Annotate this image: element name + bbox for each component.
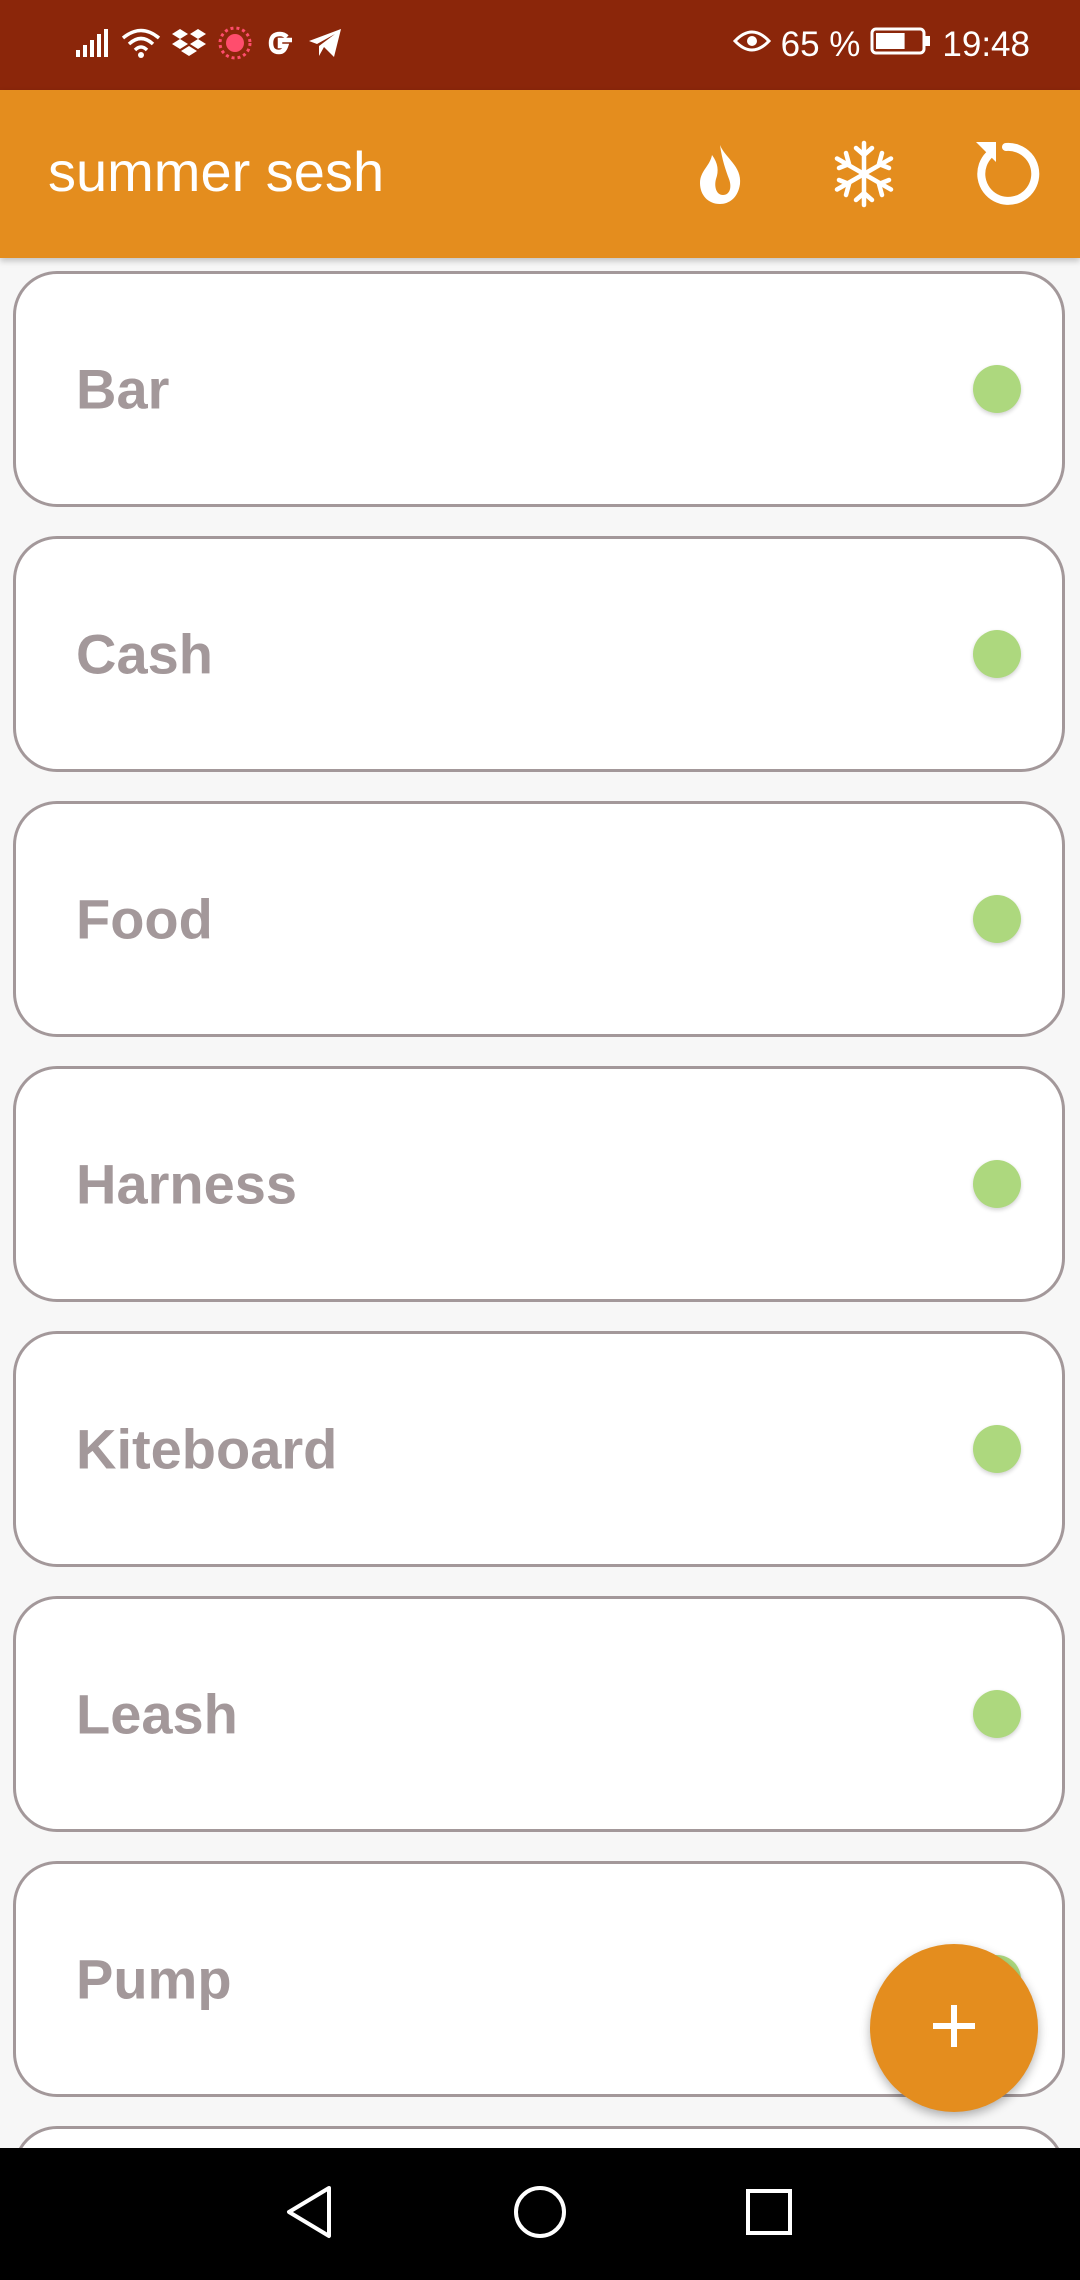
list-item[interactable]: Kiteboard [13,1331,1065,1567]
status-right-area: 65 % 19:48 [732,22,1030,68]
back-icon [283,2184,335,2245]
status-dot [973,1690,1021,1738]
status-dot [973,1425,1021,1473]
item-label: Pump [76,1947,232,2011]
refresh-button[interactable] [964,134,1048,218]
status-dot [973,895,1021,943]
signal-icon [75,28,111,63]
battery-icon [870,25,932,65]
list-item[interactable]: Leash [13,1596,1065,1832]
clock: 19:48 [942,25,1030,64]
item-label: Kiteboard [76,1417,338,1481]
wifi-icon [121,27,161,64]
recents-button[interactable] [733,2178,805,2250]
list-item[interactable] [13,2126,1065,2148]
refresh-icon [968,136,1044,217]
list-item[interactable]: Harness [13,1066,1065,1302]
flame-icon [692,142,748,211]
flame-button[interactable] [678,134,762,218]
app-bar: summer sesh [0,90,1080,258]
system-nav-bar [0,2148,1080,2280]
snowflake-button[interactable] [822,134,906,218]
list-item[interactable]: Cash [13,536,1065,772]
recording-icon [217,25,253,66]
list-item[interactable]: Food [13,801,1065,1037]
status-left-icons [75,22,343,68]
status-dot [973,630,1021,678]
item-list[interactable]: Bar Cash Food Harness Kiteboard Leash Pu… [0,258,1080,2148]
home-icon [512,2184,568,2245]
eye-comfort-icon [732,25,771,65]
add-item-button[interactable] [870,1944,1038,2112]
item-label: Bar [76,357,170,421]
recents-icon [744,2187,794,2242]
telegram-icon [307,27,343,64]
home-button[interactable] [504,2178,576,2250]
list-item[interactable]: Bar [13,271,1065,507]
item-label: Food [76,887,213,951]
status-dot [973,1160,1021,1208]
snowflake-icon [830,140,898,213]
item-label: Cash [76,622,213,686]
item-label: Leash [76,1682,238,1746]
google-icon [263,26,297,65]
battery-percent: 65 % [780,25,861,64]
status-bar: 65 % 19:48 [0,0,1080,90]
back-button[interactable] [273,2178,345,2250]
item-label: Harness [76,1152,298,1216]
dropbox-icon [171,27,207,64]
status-dot [973,365,1021,413]
plus-icon [931,2003,977,2054]
app-title: summer sesh [48,140,385,203]
